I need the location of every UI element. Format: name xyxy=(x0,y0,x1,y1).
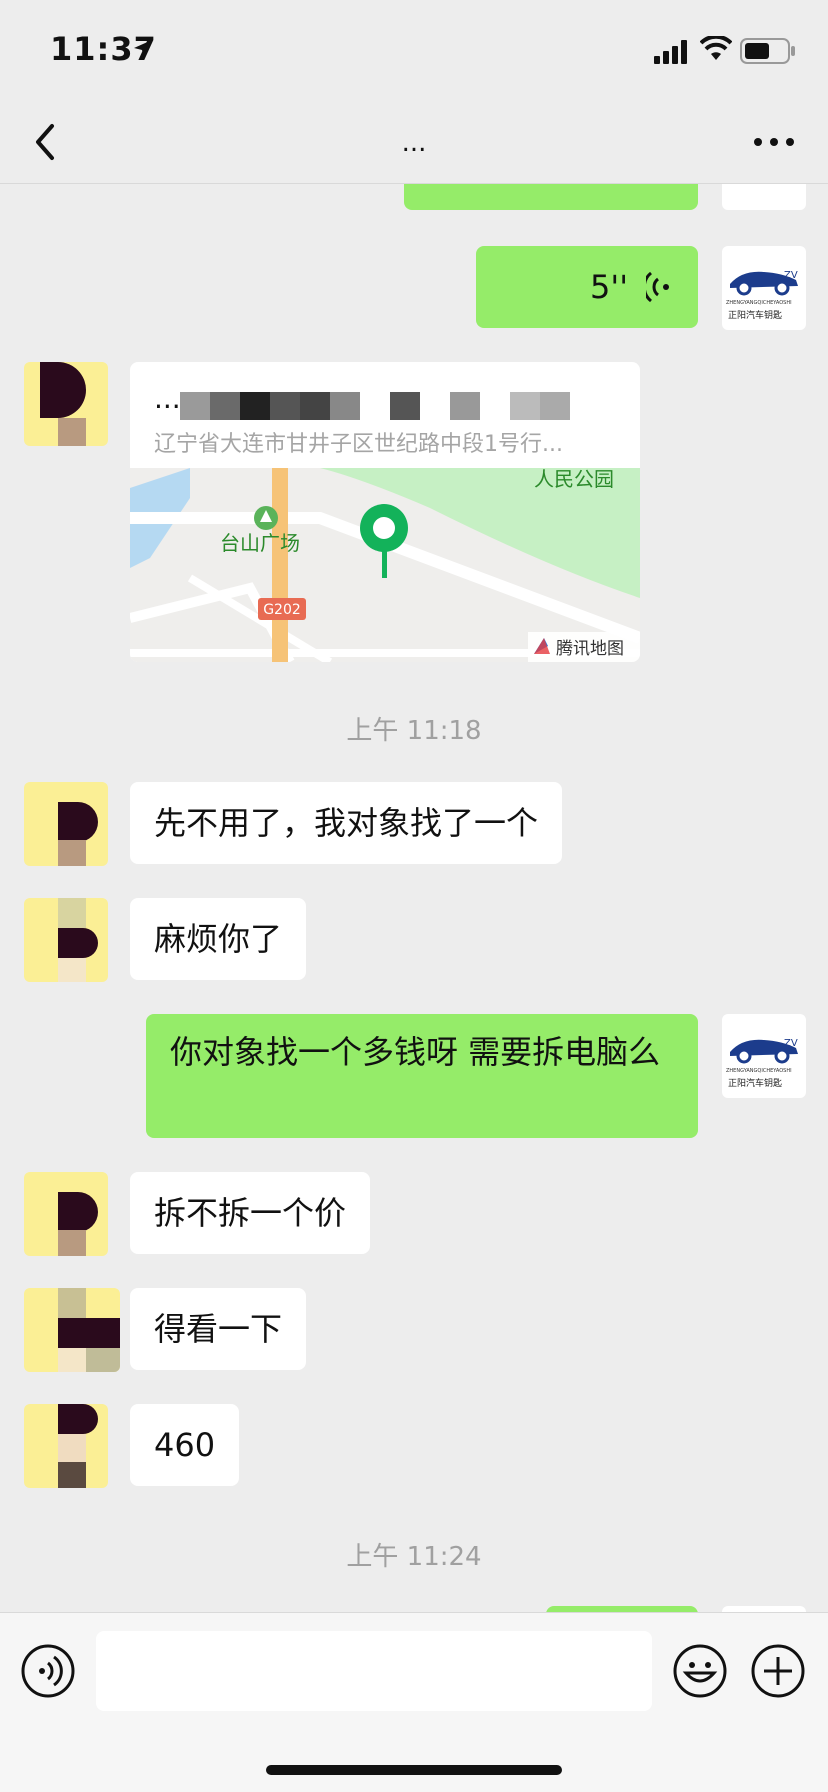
svg-text:腾讯地图: 腾讯地图 xyxy=(556,639,624,659)
message-text: 你对象找一个多钱呀 需要拆电脑么 xyxy=(170,1033,661,1071)
contact-avatar[interactable] xyxy=(24,362,108,446)
wifi-icon xyxy=(700,36,732,60)
message-bubble-partial[interactable] xyxy=(404,184,698,210)
location-title: ... xyxy=(154,382,181,415)
blurred-title xyxy=(180,392,570,420)
svg-text:ZV: ZV xyxy=(784,1038,798,1049)
battery-icon xyxy=(740,38,795,64)
svg-text:ZHENGYANGQICHEYAOSHI: ZHENGYANGQICHEYAOSHI xyxy=(726,1068,792,1074)
contact-avatar[interactable] xyxy=(24,1404,108,1488)
location-address: 辽宁省大连市甘井子区世纪路中段1号行... xyxy=(154,432,563,457)
plus-icon[interactable] xyxy=(750,1643,806,1699)
signal-icon xyxy=(654,40,687,64)
emoji-icon[interactable] xyxy=(672,1643,728,1699)
svg-text:ZHENGYANGQICHEYAOSHI: ZHENGYANGQICHEYAOSHI xyxy=(726,300,792,306)
own-avatar[interactable] xyxy=(722,184,806,210)
voice-duration: 5'' xyxy=(590,268,628,306)
brand-logo: ZV ZHENGYANGQICHEYAOSHI 正阳汽车钥匙 xyxy=(726,1038,798,1089)
message-input[interactable] xyxy=(96,1631,652,1711)
input-bar xyxy=(0,1612,828,1792)
home-indicator xyxy=(266,1765,562,1775)
svg-text:台山广场: 台山广场 xyxy=(220,531,300,555)
brand-logo: ZV ZHENGYANGQICHEYAOSHI 正阳汽车钥匙 xyxy=(726,270,798,321)
contact-avatar[interactable] xyxy=(24,1172,108,1256)
svg-text:ZV: ZV xyxy=(784,270,798,281)
status-bar: 11:37 xyxy=(0,0,828,100)
message-bubble-incoming[interactable]: 得看一下 xyxy=(130,1288,307,1370)
location-map: G202 台山广场 人民公园 腾讯地图 xyxy=(130,468,640,662)
message-text: 麻烦你了 xyxy=(154,920,283,958)
svg-text:正阳汽车钥匙: 正阳汽车钥匙 xyxy=(728,1077,782,1089)
message-bubble-incoming[interactable]: 先不用了，我对象找了一个 xyxy=(130,782,563,864)
own-avatar[interactable]: ZV ZHENGYANGQICHEYAOSHI 正阳汽车钥匙 xyxy=(722,246,806,330)
message-text: 得看一下 xyxy=(154,1310,283,1348)
message-text: 460 xyxy=(154,1426,216,1464)
location-arrow-icon xyxy=(134,40,152,58)
more-icon[interactable] xyxy=(752,132,796,152)
timestamp: 上午 11:24 xyxy=(346,1542,482,1572)
nav-bar: ... xyxy=(0,100,828,184)
svg-text:G202: G202 xyxy=(263,602,301,618)
timestamp: 上午 11:18 xyxy=(346,716,482,746)
message-bubble-incoming[interactable]: 麻烦你了 xyxy=(130,898,307,980)
own-avatar[interactable]: ZV ZHENGYANGQICHEYAOSHI 正阳汽车钥匙 xyxy=(722,1014,806,1098)
voice-message-bubble[interactable]: 5'' xyxy=(476,246,698,328)
voice-input-icon[interactable] xyxy=(20,1643,76,1699)
svg-text:人民公园: 人民公园 xyxy=(534,468,614,491)
chat-area[interactable]: 5'' ZV ZHENGYANGQICHEYAOSHI 正阳汽车钥匙 ... 辽… xyxy=(0,184,828,1612)
voice-wave-icon xyxy=(646,271,669,303)
location-message-card[interactable]: ... 辽宁省大连市甘井子区世纪路中段1号行... G202 台山广场 人民公园 xyxy=(130,362,640,662)
contact-avatar[interactable] xyxy=(24,782,108,866)
chat-title: ... xyxy=(401,128,427,158)
svg-text:正阳汽车钥匙: 正阳汽车钥匙 xyxy=(728,309,782,321)
message-bubble-outgoing[interactable]: 你对象找一个多钱呀 需要拆电脑么 xyxy=(146,1014,698,1138)
message-bubble-incoming[interactable]: 拆不拆一个价 xyxy=(130,1172,371,1254)
message-text: 拆不拆一个价 xyxy=(154,1194,347,1232)
message-text: 先不用了，我对象找了一个 xyxy=(154,804,539,842)
contact-avatar[interactable] xyxy=(24,898,108,982)
message-bubble-incoming[interactable]: 460 xyxy=(130,1404,240,1486)
contact-avatar[interactable] xyxy=(24,1288,120,1372)
